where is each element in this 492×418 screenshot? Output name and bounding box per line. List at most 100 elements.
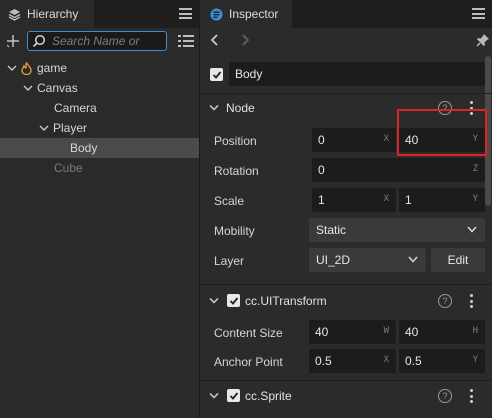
layer-select[interactable]: UI_2D	[309, 248, 426, 272]
sprite-section-header[interactable]: cc.Sprite ?	[200, 381, 486, 411]
forward-arrow-icon[interactable]	[238, 33, 252, 47]
hierarchy-tabbar: Hierarchy	[0, 0, 199, 28]
chevron-down-icon[interactable]	[209, 392, 219, 400]
layer-value: UI_2D	[316, 253, 351, 267]
mobility-select[interactable]: Static	[309, 218, 485, 242]
list-view-icon[interactable]	[178, 34, 194, 48]
layer-edit-button[interactable]: Edit	[431, 248, 485, 272]
content-size-w-value: 40	[315, 325, 329, 339]
tree-item-game[interactable]: game	[0, 58, 199, 78]
chevron-down-icon[interactable]	[209, 104, 219, 112]
chevron-down-icon	[408, 256, 418, 263]
axis-label: W	[383, 326, 389, 336]
tree-item-label: game	[37, 61, 68, 75]
tree-item-camera[interactable]: Camera	[0, 98, 199, 118]
scale-x-value: 1	[318, 193, 325, 207]
tree-item-body[interactable]: Body	[0, 138, 199, 158]
axis-label: X	[383, 355, 389, 365]
help-icon[interactable]: ?	[438, 389, 452, 403]
axis-label: Z	[472, 164, 478, 174]
add-node-button[interactable]	[4, 32, 22, 50]
axis-label: Y	[472, 194, 478, 204]
tree-item-player[interactable]: Player	[0, 118, 199, 138]
help-icon[interactable]: ?	[438, 294, 452, 308]
content-size-h-value: 40	[405, 325, 419, 339]
tree-item-label: Body	[70, 141, 98, 155]
layer-edit-label: Edit	[447, 253, 469, 267]
scale-label: Scale	[214, 194, 245, 208]
axis-label: X	[383, 134, 389, 144]
chevron-down-icon[interactable]	[209, 297, 219, 305]
more-options-icon[interactable]	[469, 101, 473, 115]
chevron-down-icon[interactable]	[23, 83, 33, 93]
fire-icon	[21, 61, 32, 75]
uitransform-section-title: cc.UITransform	[245, 294, 327, 308]
pin-icon[interactable]	[476, 33, 490, 47]
help-icon[interactable]: ?	[438, 101, 452, 115]
axis-label: H	[472, 326, 478, 336]
checkmark-icon	[229, 391, 238, 400]
uitransform-enabled-checkbox[interactable]	[227, 294, 240, 307]
hierarchy-menu-icon[interactable]	[179, 7, 192, 20]
search-icon	[32, 34, 46, 48]
search-input[interactable]	[52, 34, 152, 48]
position-x-value: 0	[318, 133, 325, 147]
content-size-w-field[interactable]: 40 W	[309, 320, 396, 344]
rotation-z-field[interactable]: 0 Z	[312, 158, 485, 182]
content-size-h-field[interactable]: 40 H	[399, 320, 485, 344]
scale-y-field[interactable]: 1 Y	[399, 188, 485, 212]
more-options-icon[interactable]	[469, 389, 473, 403]
mobility-label: Mobility	[214, 224, 255, 238]
chevron-down-icon[interactable]	[39, 123, 49, 133]
layers-icon	[8, 8, 21, 21]
anchor-point-y-value: 0.5	[405, 354, 422, 368]
sprite-enabled-checkbox[interactable]	[227, 389, 240, 402]
position-x-field[interactable]: 0 X	[312, 128, 396, 152]
inspector-tabbar: Inspector	[200, 0, 492, 28]
plus-icon	[6, 35, 19, 48]
scrollbar[interactable]	[485, 56, 491, 206]
hierarchy-toolbar	[0, 28, 199, 54]
position-y-field[interactable]: 40 Y	[399, 128, 485, 152]
divider	[200, 284, 492, 285]
tree-item-cube[interactable]: Cube	[0, 158, 199, 178]
tree-item-label: Player	[53, 121, 88, 135]
axis-label: X	[383, 194, 389, 204]
uitransform-section-header[interactable]: cc.UITransform ?	[200, 286, 486, 316]
tree-item-label: Camera	[54, 101, 97, 115]
hierarchy-panel: Hierarchy gam	[0, 0, 199, 418]
inspector-icon	[210, 8, 223, 20]
mobility-value: Static	[316, 223, 347, 237]
more-options-icon[interactable]	[469, 294, 473, 308]
rotation-z-value: 0	[318, 163, 325, 177]
anchor-point-label: Anchor Point	[214, 355, 283, 369]
node-section-header[interactable]: Node ?	[200, 93, 486, 123]
tab-inspector-label: Inspector	[229, 7, 279, 21]
position-label: Position	[214, 134, 257, 148]
search-box[interactable]	[27, 31, 167, 51]
checkmark-icon	[229, 296, 238, 305]
axis-label: Y	[472, 134, 478, 144]
node-name-field[interactable]: Body	[229, 62, 485, 86]
tree-item-canvas[interactable]: Canvas	[0, 78, 199, 98]
inspector-panel: Inspector Body Node ? Position 0 X 40 Y …	[200, 0, 492, 418]
tree-item-label: Canvas	[37, 81, 78, 95]
hierarchy-tree: game Canvas Camera Player Body Cube	[0, 58, 199, 178]
inspector-menu-icon[interactable]	[472, 7, 485, 20]
tab-inspector[interactable]: Inspector	[200, 0, 292, 28]
axis-label: Y	[472, 355, 478, 365]
tree-item-label: Cube	[54, 161, 83, 175]
scale-x-field[interactable]: 1 X	[312, 188, 396, 212]
anchor-point-y-field[interactable]: 0.5 Y	[399, 349, 485, 373]
chevron-down-icon[interactable]	[7, 63, 17, 73]
rotation-label: Rotation	[214, 164, 259, 178]
content-size-label: Content Size	[214, 326, 283, 340]
anchor-point-x-value: 0.5	[315, 354, 332, 368]
sprite-section-title: cc.Sprite	[245, 389, 292, 403]
tab-hierarchy[interactable]: Hierarchy	[0, 0, 94, 28]
node-active-checkbox[interactable]	[210, 68, 223, 81]
layer-label: Layer	[214, 254, 245, 268]
anchor-point-x-field[interactable]: 0.5 X	[309, 349, 396, 373]
position-y-value: 40	[405, 133, 419, 147]
back-arrow-icon[interactable]	[208, 33, 222, 47]
